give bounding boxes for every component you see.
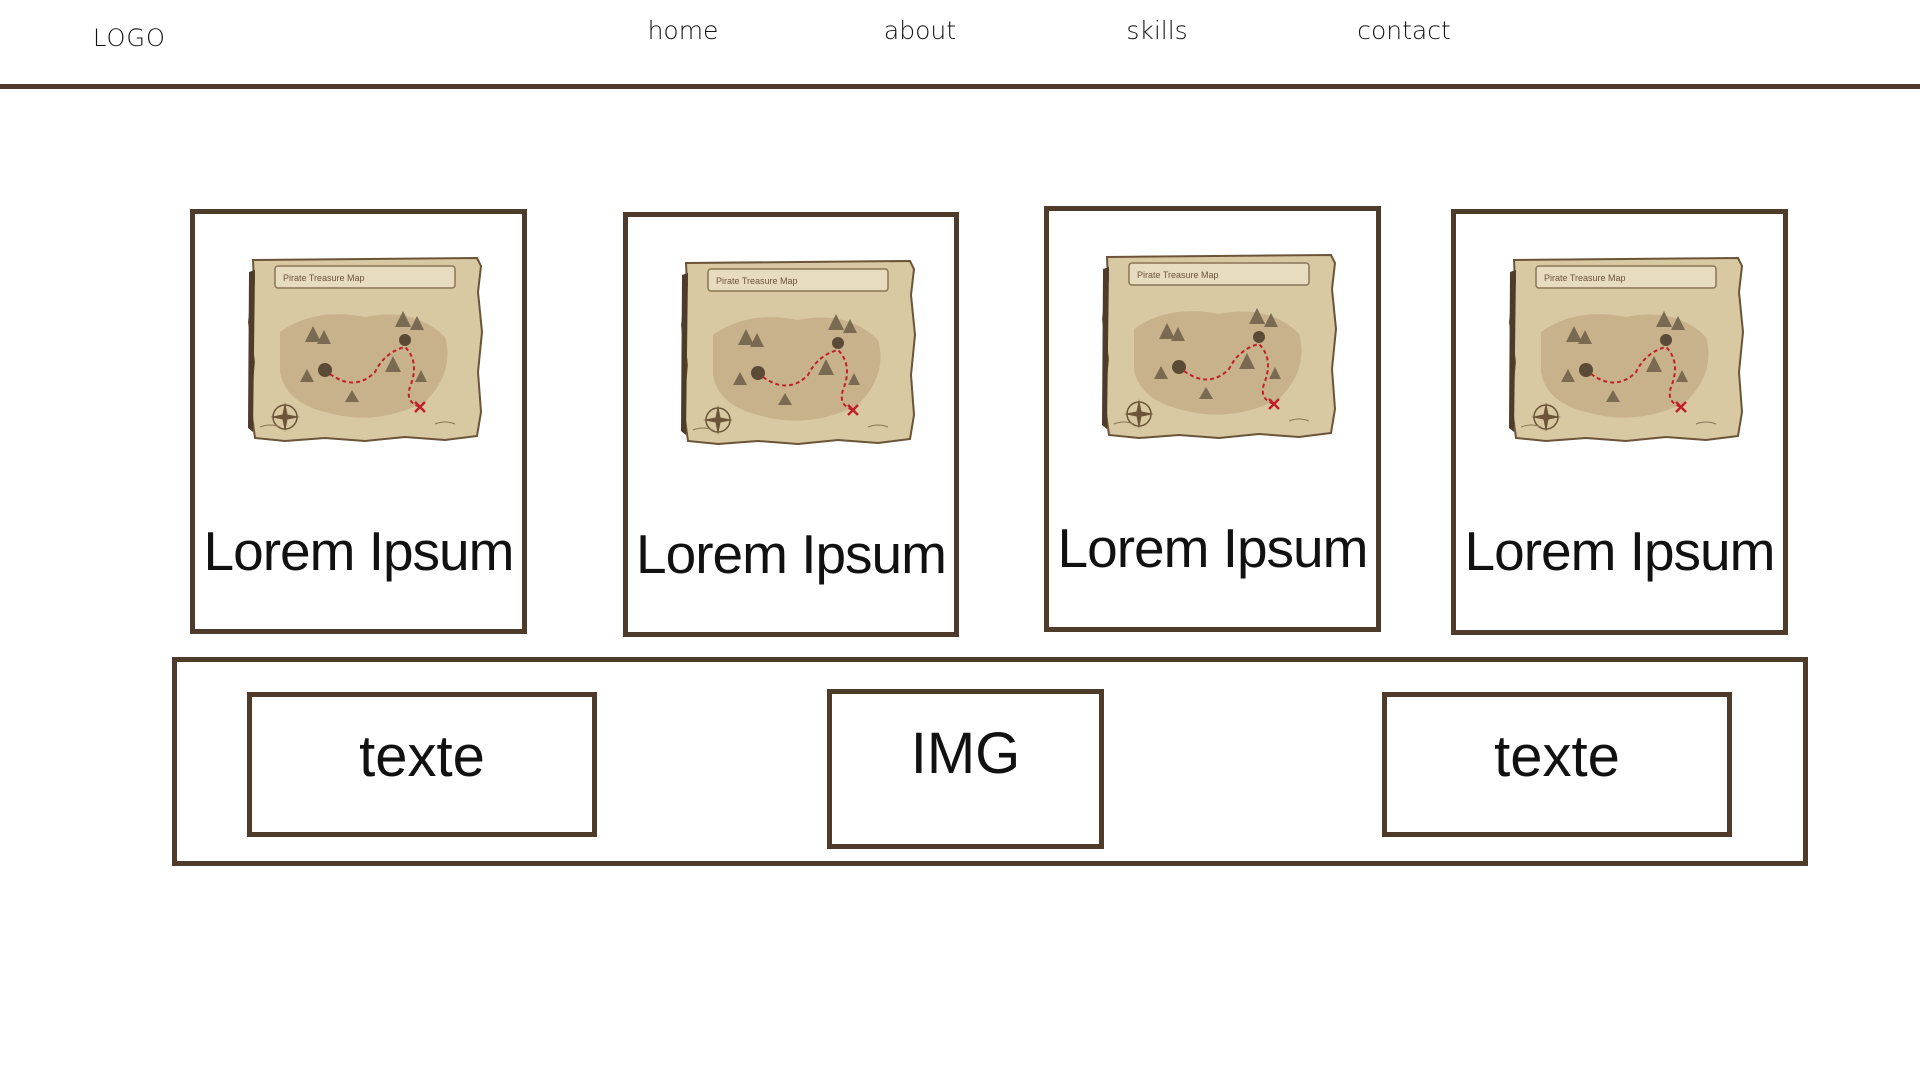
treasure-map-image: Pirate Treasure Map [1101,253,1338,440]
nav-about[interactable]: about [884,16,956,45]
svg-text:Pirate Treasure Map: Pirate Treasure Map [283,273,365,283]
card-title: Lorem Ipsum [1464,520,1776,582]
treasure-map-image: Pirate Treasure Map [247,256,484,443]
treasure-map-image: Pirate Treasure Map [1508,256,1745,443]
card-title: Lorem Ipsum [636,523,947,585]
main-nav: home about skills contact [0,16,1920,56]
card-title: Lorem Ipsum [1057,517,1369,579]
card-3[interactable]: Pirate Treasure Map Lorem Ipsum [1044,206,1381,632]
footer-panel: texte IMG texte [172,657,1808,866]
nav-contact[interactable]: contact [1357,16,1451,45]
svg-text:Pirate Treasure Map: Pirate Treasure Map [1137,270,1219,280]
footer-text-right: texte [1382,692,1732,837]
card-title: Lorem Ipsum [203,520,515,582]
svg-text:Pirate Treasure Map: Pirate Treasure Map [716,276,798,286]
treasure-map-image: Pirate Treasure Map [680,259,917,446]
nav-home[interactable]: home [648,16,719,45]
footer-text-left: texte [247,692,597,837]
header-divider [0,84,1920,89]
nav-skills[interactable]: skills [1126,16,1187,45]
card-2[interactable]: Pirate Treasure Map Lorem Ipsum [623,212,959,637]
card-4[interactable]: Pirate Treasure Map Lorem Ipsum [1451,209,1788,635]
footer-image-placeholder: IMG [827,689,1104,849]
card-1[interactable]: Pirate Treasure Map Lorem Ipsum [190,209,527,634]
svg-text:Pirate Treasure Map: Pirate Treasure Map [1544,273,1626,283]
